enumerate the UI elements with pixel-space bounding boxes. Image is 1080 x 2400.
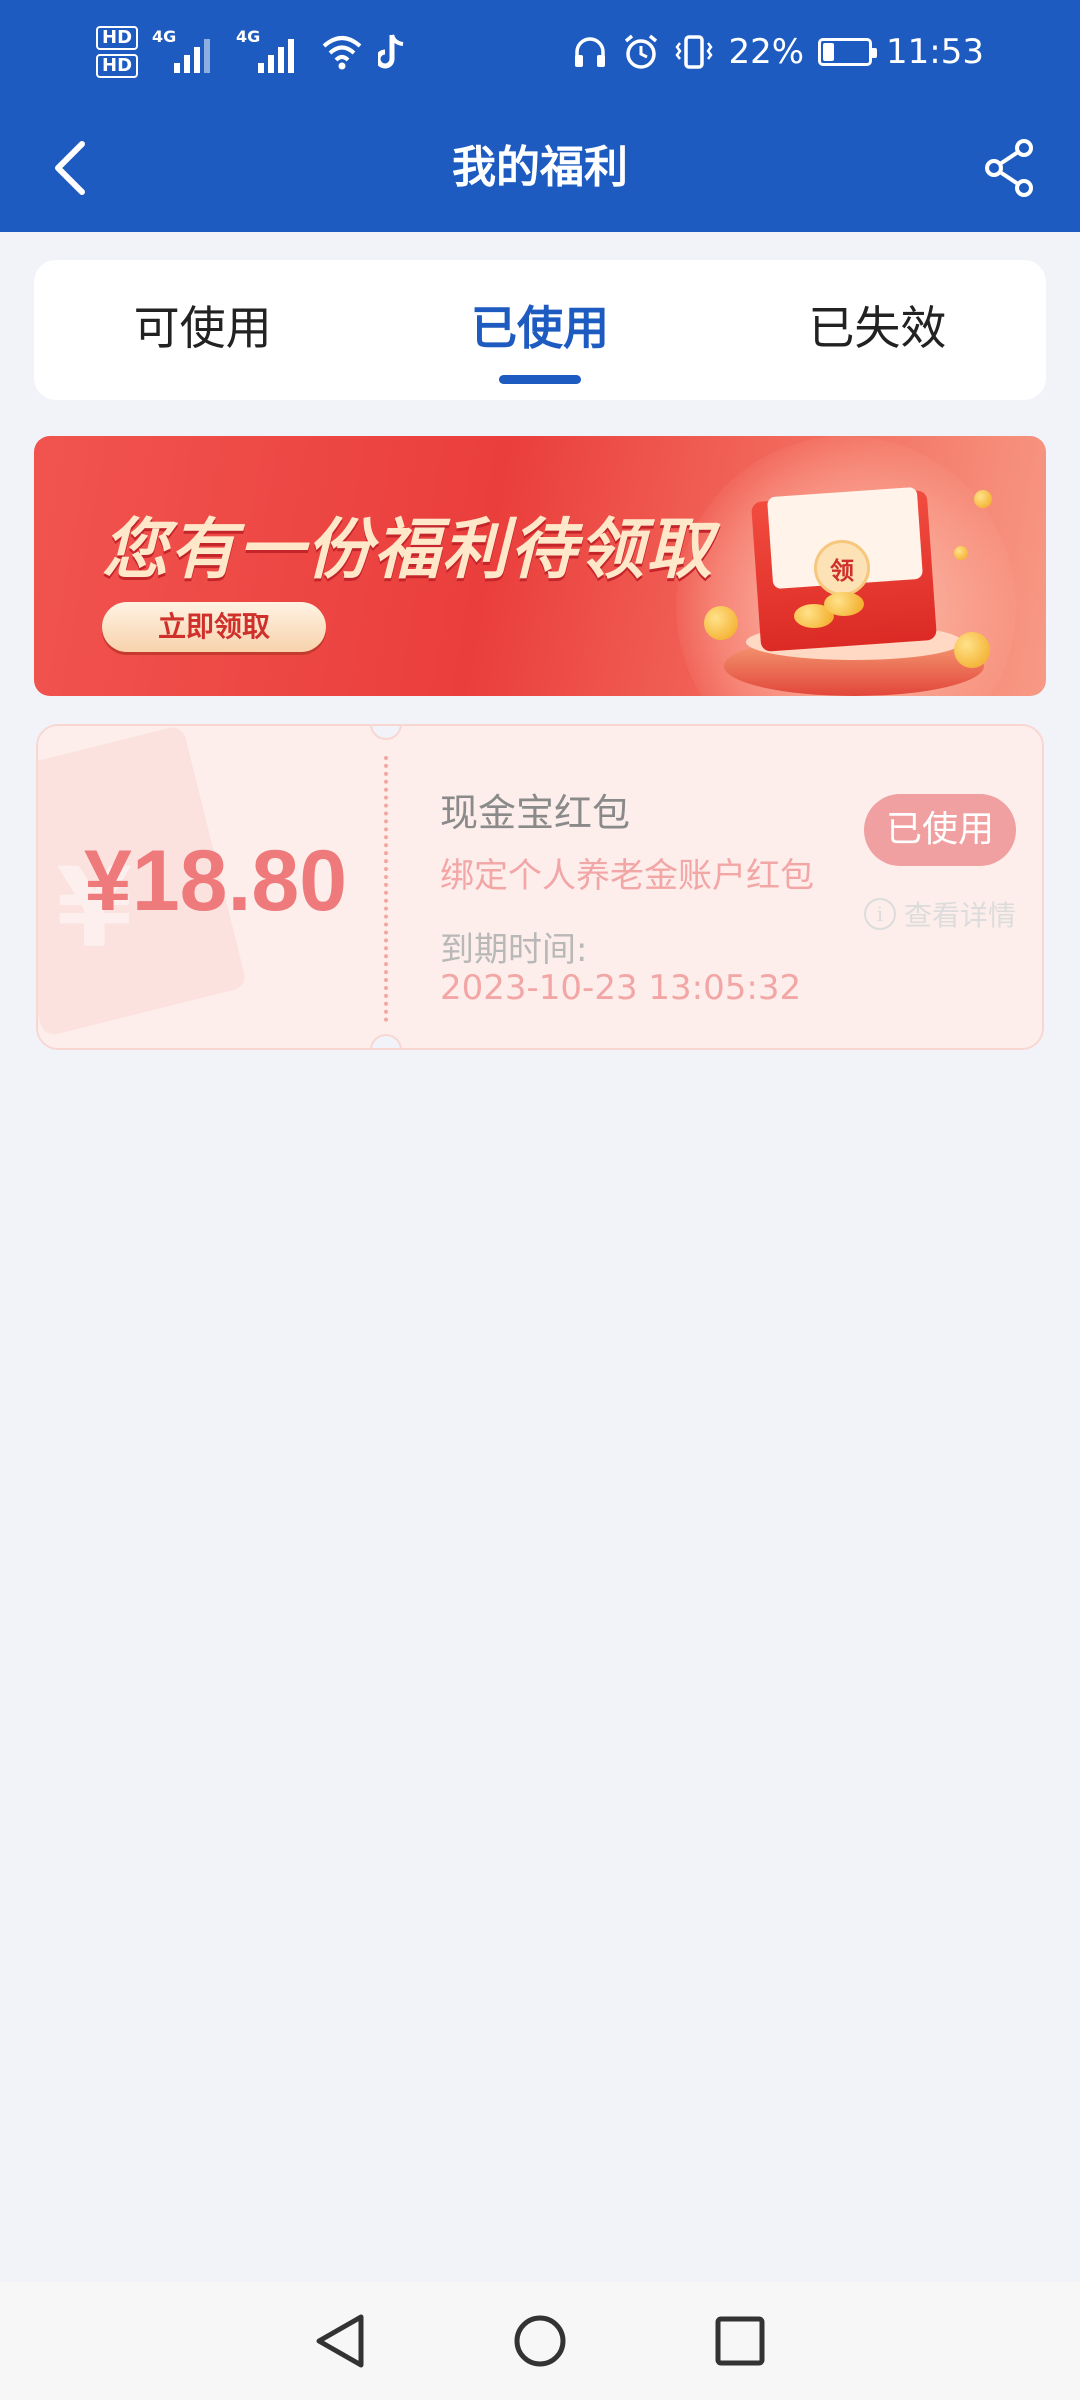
coin-icon bbox=[954, 632, 990, 668]
view-details-link[interactable]: i 查看详情 bbox=[863, 894, 1016, 934]
tiktok-icon bbox=[378, 34, 404, 69]
nav-home-button[interactable] bbox=[500, 2301, 580, 2381]
nav-recents-button[interactable] bbox=[700, 2301, 780, 2381]
coupon-card[interactable]: ¥ ¥18.80 现金宝红包 绑定个人养老金账户红包 到期时间: 2023-10… bbox=[36, 724, 1044, 1050]
battery-icon bbox=[818, 38, 878, 66]
share-icon bbox=[985, 139, 1033, 197]
triangle-back-icon bbox=[316, 2314, 364, 2368]
alarm-icon bbox=[625, 34, 658, 69]
network-type-2: 4G bbox=[236, 27, 261, 46]
status-left: HD HD 4G 4G bbox=[96, 20, 406, 84]
coupon-title: 现金宝红包 bbox=[440, 791, 631, 835]
banner-title: 您有一份福利待领取 bbox=[102, 511, 714, 588]
nav-back-button[interactable] bbox=[300, 2301, 380, 2381]
system-nav-bar bbox=[0, 2282, 1080, 2400]
tab-available[interactable]: 可使用 bbox=[34, 260, 371, 400]
coin-icon bbox=[824, 592, 864, 616]
signal-icon-2: 4G bbox=[236, 27, 306, 77]
view-details-label: 查看详情 bbox=[903, 899, 1016, 932]
coin-icon bbox=[974, 490, 992, 508]
square-recents-icon bbox=[715, 2316, 765, 2366]
network-type-1: 4G bbox=[152, 27, 177, 46]
signal-icon: 4G bbox=[152, 27, 222, 77]
app-header: 我的福利 bbox=[0, 104, 1080, 232]
tab-used[interactable]: 已使用 bbox=[371, 260, 708, 400]
coupon-tabs: 可使用 已使用 已失效 bbox=[34, 260, 1046, 400]
coupon-divider bbox=[384, 756, 388, 1022]
coin-icon bbox=[954, 546, 968, 560]
tab-expired[interactable]: 已失效 bbox=[709, 260, 1046, 400]
info-icon: i bbox=[863, 898, 896, 930]
hd-icon: HD HD bbox=[96, 26, 139, 78]
coupon-subtitle: 绑定个人养老金账户红包 bbox=[440, 856, 814, 896]
status-right: 22% 11:53 bbox=[572, 20, 984, 84]
expiry-value: 2023-10-23 13:05:32 bbox=[440, 968, 802, 1008]
coin-icon bbox=[704, 606, 738, 640]
wifi-icon bbox=[322, 36, 362, 70]
vibrate-icon bbox=[675, 35, 713, 69]
battery-percent: 22% bbox=[728, 32, 805, 72]
circle-home-icon bbox=[514, 2315, 566, 2367]
coupon-notch-bottom bbox=[370, 1034, 402, 1048]
page-title: 我的福利 bbox=[452, 142, 628, 193]
status-bar: HD HD 4G 4G 22% 11:53 bbox=[0, 0, 1080, 104]
coupon-notch-top bbox=[370, 726, 402, 740]
coupon-amount: ¥18.80 bbox=[84, 833, 348, 929]
headphones-icon bbox=[575, 37, 606, 67]
welfare-banner[interactable]: 您有一份福利待领取 立即领取 领 bbox=[34, 436, 1046, 696]
hd-label-2: HD bbox=[96, 54, 139, 78]
clock: 11:53 bbox=[886, 32, 984, 72]
status-badge: 已使用 bbox=[864, 794, 1016, 866]
envelope-seal: 领 bbox=[814, 540, 870, 596]
hd-label-1: HD bbox=[96, 26, 139, 50]
claim-now-button[interactable]: 立即领取 bbox=[102, 602, 326, 652]
expiry-label: 到期时间: bbox=[440, 930, 588, 970]
share-button[interactable] bbox=[970, 128, 1050, 208]
